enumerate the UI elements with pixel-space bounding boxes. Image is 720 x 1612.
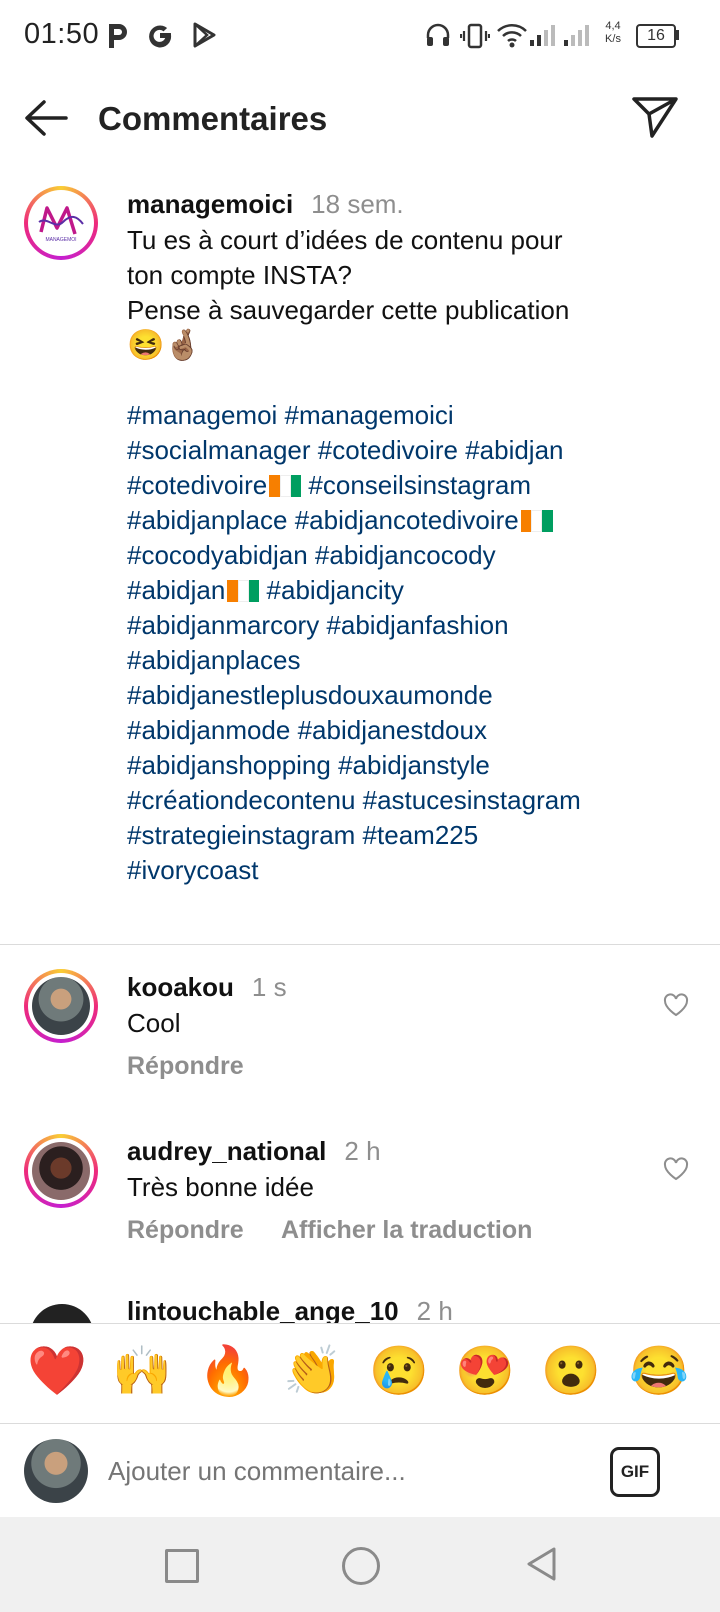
ivory-coast-flag-icon: [227, 578, 260, 602]
hashtag-line[interactable]: #abidjanestleplusdouxaumonde: [127, 680, 493, 711]
heart-like-icon[interactable]: [663, 1157, 689, 1181]
caption-line-1: Tu es à court d’idées de contenu pour: [127, 225, 563, 255]
reply-button[interactable]: Répondre: [127, 1216, 244, 1245]
play-store-notification-icon: [193, 22, 216, 48]
status-time: 01:50: [24, 18, 100, 50]
app-header: Commentaires: [0, 80, 720, 160]
hashtag-line[interactable]: #abidjanmarcory #abidjanfashion: [127, 610, 509, 641]
reply-button[interactable]: Répondre: [127, 1052, 244, 1081]
emoji-tears-of-joy[interactable]: 😂: [628, 1341, 690, 1403]
comment-header: kooakou 1 s: [127, 972, 287, 1003]
back-arrow-icon[interactable]: [22, 98, 70, 138]
comment-username[interactable]: audrey_national: [127, 1136, 326, 1166]
svg-text:MANAGEMOI: MANAGEMOI: [45, 237, 76, 243]
battery-tip: [676, 30, 679, 40]
headset-icon: [426, 23, 450, 46]
page-title: Commentaires: [98, 100, 328, 137]
gif-button[interactable]: GIF: [610, 1447, 660, 1497]
heart-like-icon[interactable]: [663, 993, 689, 1017]
hashtag-line[interactable]: #créationdecontenu #astucesinstagram: [127, 785, 581, 816]
caption-line-3: Pense à sauvegarder cette publication: [127, 295, 570, 325]
hashtag-line[interactable]: #cocodyabidjan #abidjancocody: [127, 540, 496, 571]
network-speed: 4,4 K/s: [598, 20, 628, 46]
hashtag[interactable]: #conseilsinstagram: [301, 470, 531, 500]
hashtag-line[interactable]: #abidjanshopping #abidjanstyle: [127, 750, 490, 781]
ivory-coast-flag-icon: [520, 508, 553, 532]
hashtag[interactable]: #abidjan: [127, 575, 225, 605]
caption-line-2: ton compte INSTA?: [127, 260, 352, 290]
comment-username[interactable]: kooakou: [127, 972, 234, 1002]
emoji-surprised[interactable]: 😮: [540, 1341, 602, 1403]
commenter-avatar[interactable]: [24, 969, 98, 1043]
vibrate-icon: [460, 23, 490, 49]
hashtag-line[interactable]: #strategieinstagram #team225: [127, 820, 478, 851]
system-nav-bar: [0, 1517, 720, 1612]
quick-emoji-bar: ❤️ 🙌 🔥 👏 😢 😍 😮 😂: [0, 1323, 720, 1423]
gif-label: GIF: [620, 1462, 650, 1481]
battery-indicator: 16: [636, 24, 676, 48]
caption-time: 18 sem.: [311, 189, 404, 219]
comment-input[interactable]: [108, 1445, 578, 1497]
hashtag-line[interactable]: #managemoi #managemoici: [127, 400, 454, 431]
emoji-heart-eyes[interactable]: 😍: [454, 1341, 516, 1403]
battery-level: 16: [647, 27, 665, 44]
hashtag[interactable]: #cotedivoire: [127, 470, 267, 500]
recent-apps-icon[interactable]: [165, 1549, 199, 1583]
comment-time: 1 s: [251, 972, 287, 1002]
hashtag[interactable]: #abidjanplace #abidjancotedivoire: [127, 505, 519, 535]
hashtag-line[interactable]: #ivorycoast: [127, 855, 259, 886]
emoji-heart[interactable]: ❤️: [26, 1341, 88, 1403]
home-icon[interactable]: [342, 1547, 380, 1585]
comment-input-row: GIF: [0, 1425, 720, 1517]
hashtag-line[interactable]: #socialmanager #cotedivoire #abidjan: [127, 435, 564, 466]
comment-time: 2 h: [344, 1136, 381, 1166]
hashtag-line[interactable]: #abidjanplaces: [127, 645, 300, 676]
comment-time: 2 h: [416, 1296, 453, 1323]
comment-text: Cool: [127, 1008, 181, 1038]
comment-header: lintouchable_ange_10 2 h: [127, 1296, 453, 1323]
caption-header: managemoici 18 sem.: [127, 189, 404, 220]
emoji-raising-hands[interactable]: 🙌: [111, 1341, 173, 1403]
pinterest-notification-icon: [109, 24, 127, 48]
show-translation-button[interactable]: Afficher la traduction: [281, 1216, 532, 1245]
hashtag-line[interactable]: #abidjan #abidjancity: [127, 575, 404, 606]
commenter-avatar[interactable]: [30, 1304, 94, 1323]
google-notification-icon: [149, 25, 172, 48]
managemoi-logo-icon: MANAGEMOI: [38, 206, 84, 243]
comment-username[interactable]: lintouchable_ange_10: [127, 1296, 399, 1323]
back-triangle-icon[interactable]: [524, 1545, 558, 1583]
input-divider: [0, 1423, 720, 1424]
caption-username[interactable]: managemoici: [127, 189, 293, 219]
status-bar: 01:50 4,4 K/s 16: [0, 0, 720, 72]
hashtag-line[interactable]: #cotedivoire #conseilsinstagram: [127, 470, 531, 501]
hashtag[interactable]: #abidjancity: [259, 575, 404, 605]
comment-item-partial: lintouchable_ange_10 2 h: [0, 1290, 720, 1323]
comment-text: Très bonne idée: [127, 1172, 314, 1202]
emoji-fire[interactable]: 🔥: [197, 1341, 259, 1403]
comment-header: audrey_national 2 h: [127, 1136, 381, 1167]
caption-divider: [0, 944, 720, 945]
current-user-avatar: [24, 1439, 88, 1503]
caption-avatar[interactable]: MANAGEMOI: [24, 186, 98, 260]
network-speed-value: 4,4: [605, 20, 621, 32]
wifi-icon: [497, 24, 527, 48]
caption-emoji-line: 😆🤞🏽: [127, 329, 202, 362]
hashtag-line[interactable]: #abidjanmode #abidjanestdoux: [127, 715, 487, 746]
signal-2-icon: [564, 25, 589, 46]
send-direct-icon[interactable]: [630, 94, 680, 140]
emoji-crying[interactable]: 😢: [368, 1341, 430, 1403]
network-speed-unit: K/s: [605, 33, 621, 45]
emoji-clapping[interactable]: 👏: [282, 1341, 344, 1403]
commenter-avatar[interactable]: [24, 1134, 98, 1208]
ivory-coast-flag-icon: [269, 473, 302, 497]
signal-1-icon: [530, 25, 555, 46]
hashtag-line[interactable]: #abidjanplace #abidjancotedivoire: [127, 505, 553, 536]
